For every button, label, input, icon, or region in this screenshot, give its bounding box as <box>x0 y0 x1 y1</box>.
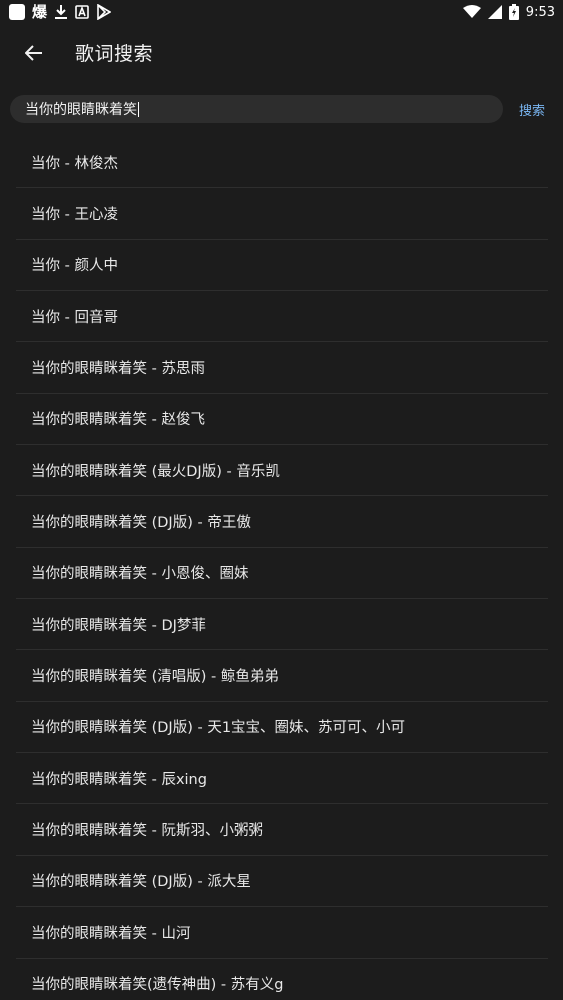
download-icon <box>55 5 68 19</box>
signal-icon <box>487 5 502 19</box>
list-item[interactable]: 当你的眼睛眯着笑 (DJ版) - 帝王傲 <box>16 496 548 548</box>
search-button[interactable]: 搜索 <box>519 100 545 119</box>
back-button[interactable] <box>9 28 59 78</box>
bao-text-icon: 爆 <box>32 3 48 21</box>
app-bar: 歌词搜索 <box>0 24 563 81</box>
list-item[interactable]: 当你的眼睛眯着笑 - 苏思雨 <box>16 342 548 394</box>
app-square-icon <box>9 4 25 20</box>
list-item[interactable]: 当你的眼睛眯着笑 - 山河 <box>16 907 548 959</box>
status-left: 爆 <box>9 3 112 21</box>
status-time: 9:53 <box>525 4 555 20</box>
list-item[interactable]: 当你 - 回音哥 <box>16 291 548 343</box>
search-input[interactable]: 当你的眼睛眯着笑 <box>10 95 503 123</box>
list-item[interactable]: 当你 - 颜人中 <box>16 240 548 292</box>
list-item[interactable]: 当你 - 王心凌 <box>16 188 548 240</box>
list-item[interactable]: 当你的眼睛眯着笑 - 辰xing <box>16 753 548 805</box>
list-item[interactable]: 当你的眼睛眯着笑 - 赵俊飞 <box>16 394 548 446</box>
status-right: 9:53 <box>462 4 555 20</box>
list-item[interactable]: 当你的眼睛眯着笑 (最火DJ版) - 音乐凯 <box>16 445 548 497</box>
list-item[interactable]: 当你的眼睛眯着笑 (清唱版) - 鲸鱼弟弟 <box>16 650 548 702</box>
list-item[interactable]: 当你的眼睛眯着笑 (DJ版) - 天1宝宝、圈妹、苏可可、小可 <box>16 702 548 754</box>
list-item[interactable]: 当你 - 林俊杰 <box>16 137 548 189</box>
search-row: 当你的眼睛眯着笑 搜索 <box>0 81 563 137</box>
a-box-icon <box>75 5 89 19</box>
list-item[interactable]: 当你的眼睛眯着笑 (DJ版) - 派大星 <box>16 856 548 908</box>
status-bar: 爆 9:53 <box>0 0 563 24</box>
play-store-icon <box>97 4 112 20</box>
search-query-text: 当你的眼睛眯着笑 <box>25 102 137 118</box>
page-title: 歌词搜索 <box>75 43 154 65</box>
results-list: 当你 - 林俊杰 当你 - 王心凌 当你 - 颜人中 当你 - 回音哥 当你的眼… <box>0 137 563 1000</box>
text-caret <box>138 101 139 117</box>
list-item[interactable]: 当你的眼睛眯着笑 - 阮斯羽、小粥粥 <box>16 804 548 856</box>
list-item[interactable]: 当你的眼睛眯着笑 - 小恩俊、圈妹 <box>16 548 548 600</box>
arrow-left-icon <box>25 44 42 61</box>
list-item[interactable]: 当你的眼睛眯着笑 - DJ梦菲 <box>16 599 548 651</box>
wifi-icon <box>462 5 481 18</box>
battery-charging-icon <box>508 4 519 20</box>
list-item[interactable]: 当你的眼睛眯着笑(遗传神曲) - 苏有义g <box>16 959 548 1000</box>
